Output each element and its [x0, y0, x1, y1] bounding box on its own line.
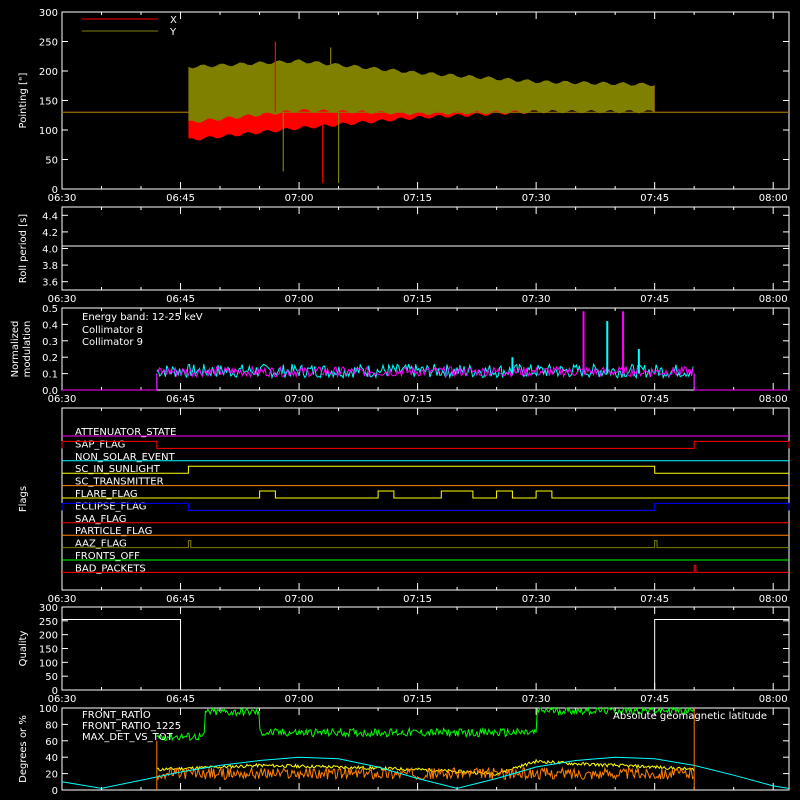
y-axis-label: Flags	[18, 486, 29, 512]
y-tick-label: 50	[45, 156, 58, 167]
flag-line-eclipse-flag	[61, 502, 790, 511]
y-axis-label: Pointing ["]	[18, 72, 29, 128]
legend-label: FRONT_RATIO	[82, 710, 151, 721]
y-tick-label: 3.8	[42, 261, 58, 272]
y-tick-label: 50	[45, 672, 58, 683]
x-tick-label: 07:30	[522, 294, 551, 305]
y-tick-label: 250	[39, 617, 58, 628]
y-tick-label: 200	[39, 631, 58, 642]
x-tick-label: 08:00	[759, 594, 788, 605]
series-line	[62, 618, 789, 691]
x-tick-label: 07:00	[285, 294, 314, 305]
legend-label: FRONT_RATIO_1225	[82, 721, 181, 732]
y-tick-label: 4.0	[42, 245, 58, 256]
y-axis-label: Degrees or %	[18, 715, 29, 783]
y-tick-label: 100	[39, 704, 58, 715]
legend-label: Y	[169, 27, 177, 38]
x-tick-label: 07:30	[522, 694, 551, 705]
plot-frame-roll-period	[61, 206, 790, 291]
flag-line-sc-in-sunlight	[62, 465, 789, 474]
x-tick-label: 07:45	[640, 193, 669, 204]
y-tick-label: 0.5	[42, 304, 58, 315]
y-axis-label: modulation	[22, 321, 33, 378]
y-tick-label: 150	[39, 645, 58, 656]
x-tick-label: 07:45	[640, 394, 669, 405]
x-tick-label: 07:45	[640, 294, 669, 305]
flag-line-flare-flag	[62, 490, 789, 499]
y-tick-label: 20	[45, 770, 58, 781]
x-tick-label: 06:45	[166, 594, 195, 605]
x-tick-label: 07:00	[285, 394, 314, 405]
x-tick-label: 07:15	[403, 193, 432, 204]
y-tick-label: 250	[39, 38, 58, 49]
flag-line-bad-packets	[62, 564, 789, 573]
x-tick-label: 08:00	[759, 694, 788, 705]
y-tick-label: 0.1	[42, 370, 58, 381]
x-tick-label: 06:30	[48, 193, 77, 204]
y-tick-label: 80	[45, 720, 58, 731]
y-axis-label: Roll period [s]	[18, 214, 29, 283]
x-tick-label: 08:00	[759, 193, 788, 204]
y-axis-label: Quality	[18, 631, 29, 667]
y-tick-label: 300	[39, 603, 58, 614]
legend-label: X	[170, 15, 177, 26]
x-tick-label: 07:15	[403, 594, 432, 605]
legend-label: Collimator 8	[82, 325, 143, 336]
x-tick-label: 06:45	[166, 394, 195, 405]
x-tick-label: 07:30	[522, 193, 551, 204]
x-tick-label: 07:00	[285, 193, 314, 204]
y-tick-label: 60	[45, 737, 58, 748]
y-tick-label: 100	[39, 126, 58, 137]
y-tick-label: 0.2	[42, 353, 58, 364]
x-tick-label: 07:45	[640, 694, 669, 705]
flag-line-aaz-flag	[62, 540, 789, 549]
x-tick-label: 07:30	[522, 394, 551, 405]
y-tick-label: 200	[39, 67, 58, 78]
x-tick-label: 06:45	[166, 193, 195, 204]
y-tick-label: 40	[45, 753, 58, 764]
y-tick-label: 100	[39, 658, 58, 669]
x-tick-label: 06:45	[166, 294, 195, 305]
series-line-front-ratio	[156, 758, 695, 776]
x-tick-label: 07:30	[522, 594, 551, 605]
y-tick-label: 150	[39, 97, 58, 108]
y-tick-label: 0	[52, 786, 58, 797]
y-tick-label: 300	[39, 8, 58, 19]
y-axis-label: Normalized	[10, 321, 21, 378]
y-tick-label: 0.3	[42, 337, 58, 348]
x-tick-label: 07:15	[403, 694, 432, 705]
x-tick-label: 07:15	[403, 394, 432, 405]
x-tick-label: 06:45	[166, 694, 195, 705]
x-tick-label: 07:00	[285, 694, 314, 705]
annotation-text: Energy band: 12-25 keV	[82, 312, 203, 323]
y-tick-label: 4.4	[42, 211, 58, 222]
y-tick-label: 0.4	[42, 320, 58, 331]
x-tick-label: 07:45	[640, 594, 669, 605]
y-tick-label: 3.6	[42, 278, 58, 289]
x-tick-label: 07:15	[403, 294, 432, 305]
y-tick-label: 4.2	[42, 228, 58, 239]
legend-label: Absolute geomagnetic latitude	[613, 711, 767, 722]
flag-line-sap-flag	[61, 440, 790, 449]
x-tick-label: 08:00	[759, 394, 788, 405]
x-tick-label: 06:30	[48, 394, 77, 405]
x-tick-label: 08:00	[759, 294, 788, 305]
legend-label: MAX_DET_VS_TOT	[82, 732, 174, 743]
x-tick-label: 07:00	[285, 594, 314, 605]
stix-quicklook-figure: Pointing ["] 0 50 100 150 200 250 300 06:30 06:45…	[10, 8, 790, 797]
legend-label: Collimator 9	[82, 337, 143, 348]
